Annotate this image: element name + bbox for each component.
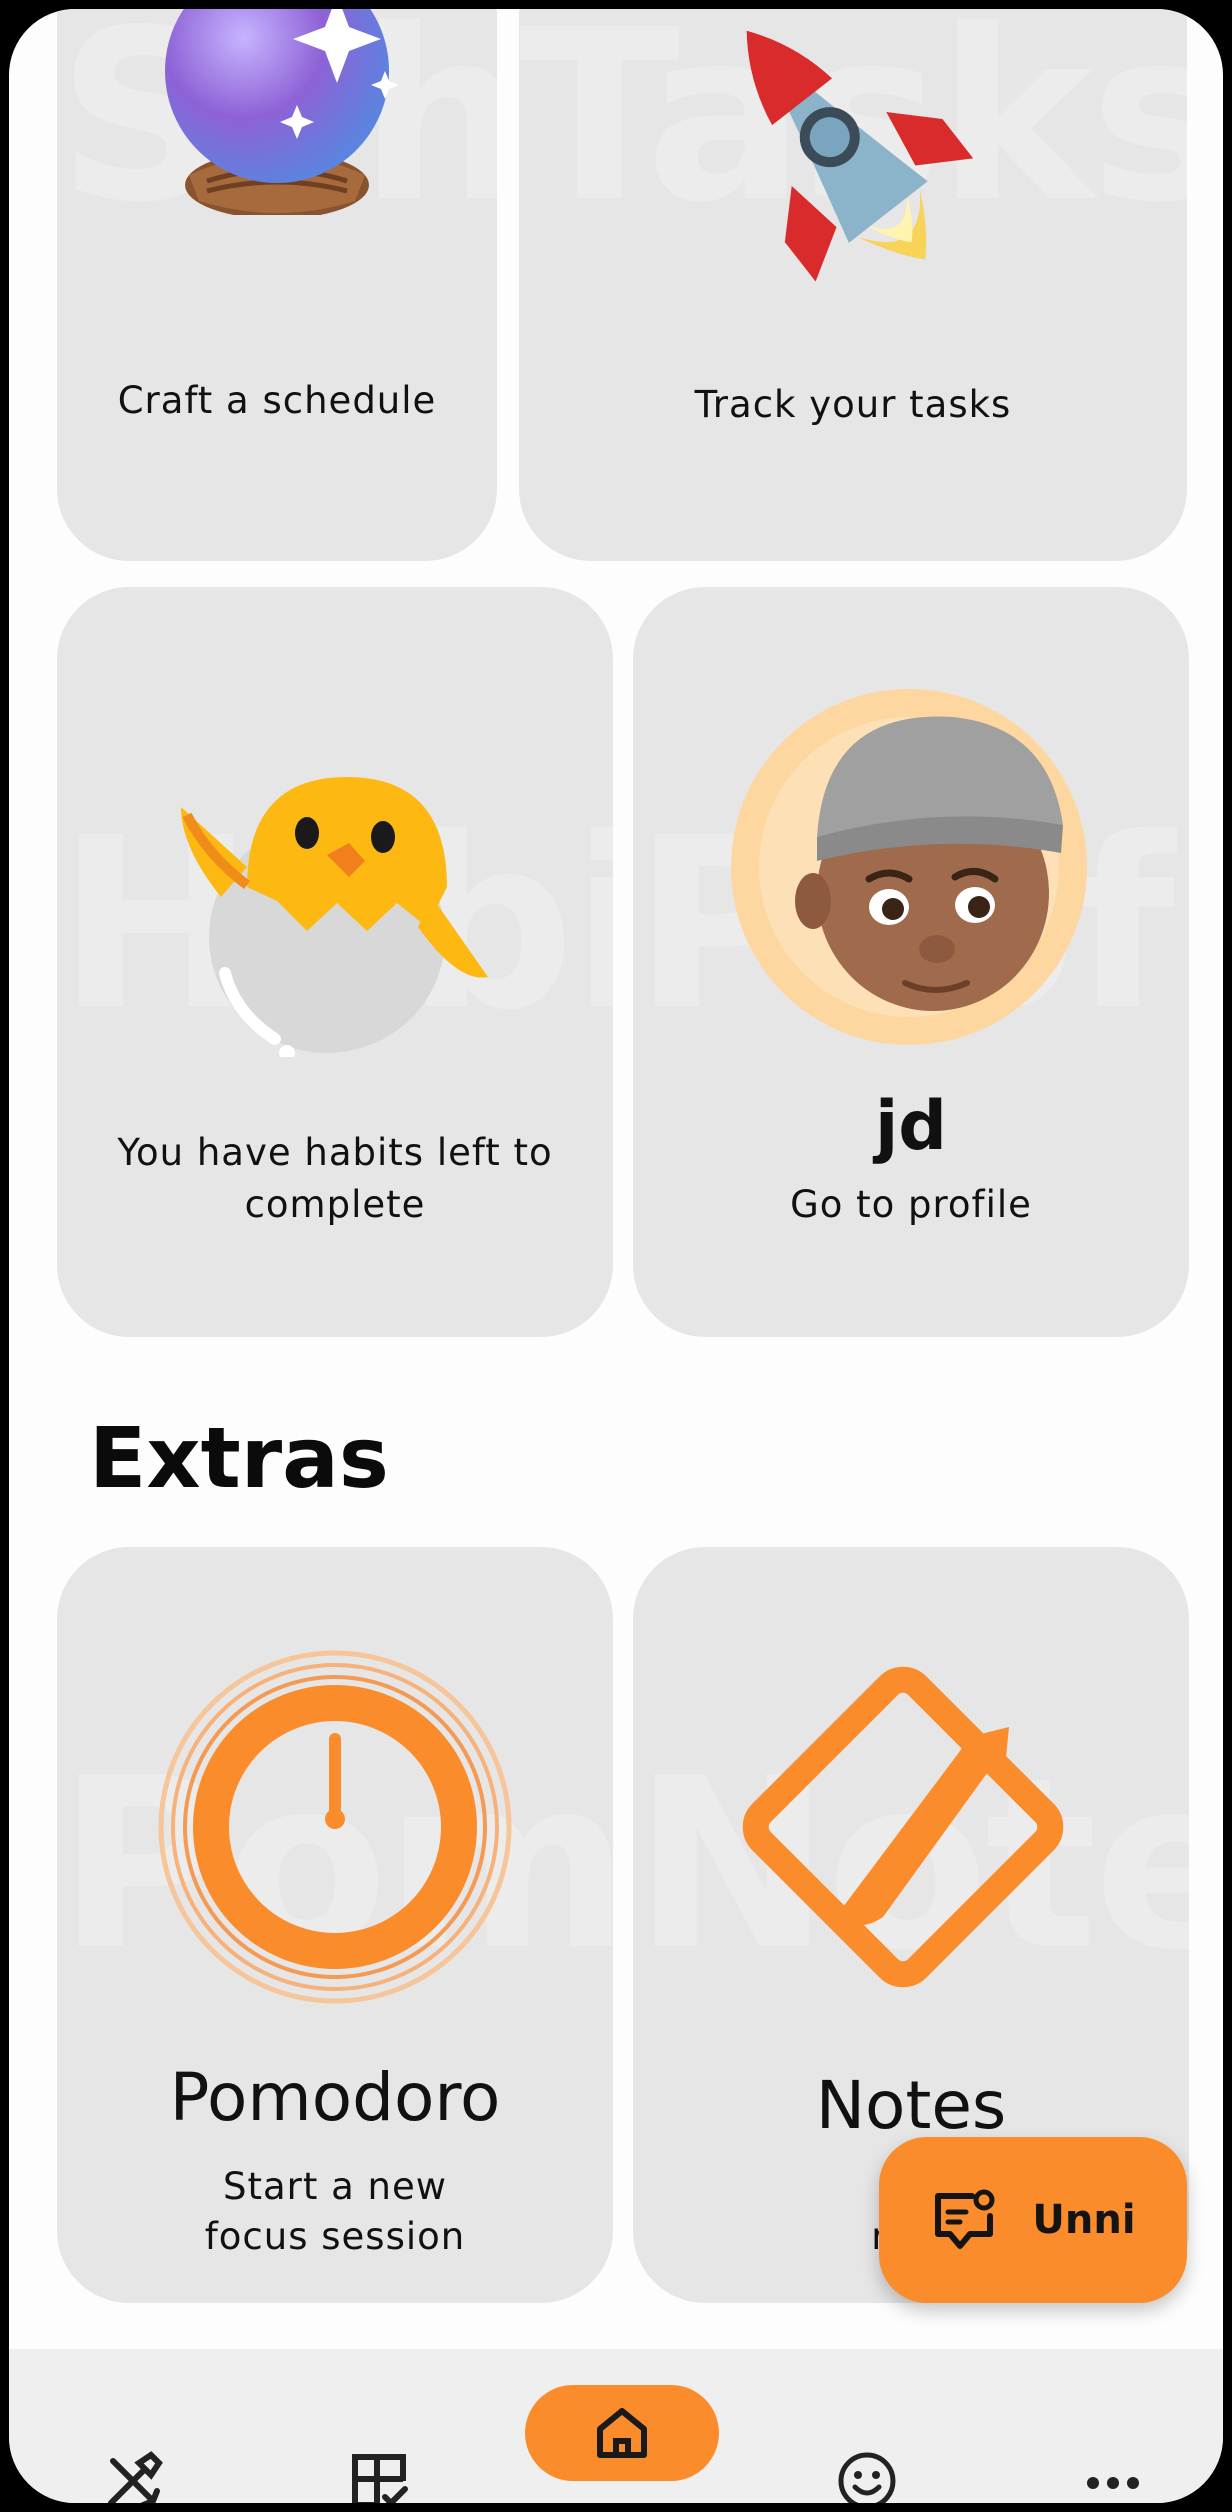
- nav-habits[interactable]: [831, 2445, 903, 2503]
- tasks-card[interactable]: Tasks Track your tasks: [519, 9, 1187, 561]
- avatar: [731, 689, 1087, 1045]
- smiley-icon: [838, 2452, 896, 2503]
- habits-card[interactable]: Habi You have habits left to complete: [57, 587, 613, 1337]
- note-pencil-icon: [742, 1666, 1064, 1988]
- rocket-icon: [746, 30, 974, 282]
- unni-label: Unni: [1032, 2197, 1136, 2243]
- crystal-ball-icon: [165, 9, 399, 215]
- profile-card[interactable]: Profil jd Go to profile: [633, 587, 1189, 1337]
- phone-screen: Sch Craft a schedule Tasks: [3, 3, 1229, 2509]
- hatching-chick-icon: [181, 777, 488, 1057]
- habits-label-line1: You have habits left to: [117, 1131, 553, 1174]
- nav-home[interactable]: [525, 2385, 719, 2481]
- nav-tools[interactable]: [97, 2445, 169, 2503]
- bottom-navigation: [9, 2349, 1223, 2503]
- pomodoro-title: Pomodoro: [169, 2059, 501, 2136]
- extras-title: Extras: [89, 1409, 389, 1507]
- timer-icon: [158, 1650, 512, 2004]
- more-dots-icon: [1087, 2477, 1139, 2489]
- checklist-grid-icon: [352, 2454, 408, 2503]
- pomodoro-line1: Start a new: [222, 2165, 448, 2208]
- profile-label: Go to profile: [790, 1183, 1032, 1226]
- notes-title: Notes: [815, 2067, 1007, 2144]
- home-icon: [597, 2408, 647, 2458]
- habits-label-line2: complete: [244, 1183, 426, 1226]
- nav-planner[interactable]: [343, 2445, 415, 2503]
- schedule-label: Craft a schedule: [117, 379, 437, 422]
- tasks-label: Track your tasks: [694, 383, 1012, 426]
- tools-icon: [108, 2451, 163, 2503]
- schedule-card[interactable]: Sch Craft a schedule: [57, 9, 497, 561]
- pomodoro-card[interactable]: Pom Pomodoro Start a new focus session: [57, 1547, 613, 2303]
- nav-more[interactable]: [1077, 2445, 1149, 2503]
- chat-bubble-icon: [935, 2189, 995, 2249]
- profile-username: jd: [875, 1087, 947, 1166]
- unni-chat-button[interactable]: Unni: [879, 2137, 1187, 2303]
- pomodoro-line2: focus session: [204, 2215, 466, 2258]
